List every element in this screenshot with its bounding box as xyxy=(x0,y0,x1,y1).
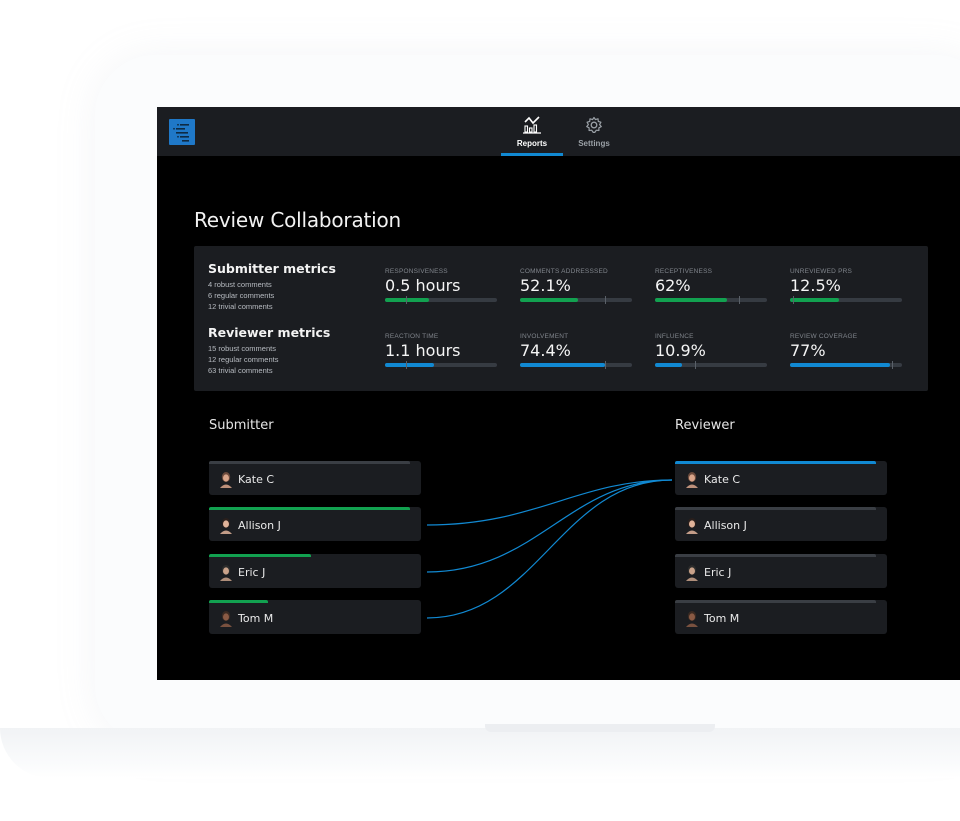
reviewer-activity-bar xyxy=(675,507,877,510)
submitter-row-eric-j[interactable]: Eric J xyxy=(209,554,421,588)
collaboration-links xyxy=(426,479,673,619)
person-name: Eric J xyxy=(704,566,732,579)
submitter-activity-bar xyxy=(209,461,411,464)
avatar xyxy=(220,611,232,627)
reviewer-row-tom-m[interactable]: Tom M xyxy=(675,600,887,634)
reviewer-activity-bar xyxy=(675,554,877,557)
person-name: Eric J xyxy=(238,566,266,579)
avatar xyxy=(220,472,232,488)
reviewer-activity-bar xyxy=(675,600,877,603)
avatar xyxy=(220,518,232,534)
submitter-activity-bar xyxy=(209,600,269,603)
person-name: Allison J xyxy=(704,519,747,532)
avatar xyxy=(686,518,698,534)
collaboration-link xyxy=(426,479,673,526)
avatar xyxy=(220,565,232,581)
submitter-row-allison-j[interactable]: Allison J xyxy=(209,507,421,541)
avatar xyxy=(686,565,698,581)
person-name: Kate C xyxy=(238,473,275,486)
person-name: Allison J xyxy=(238,519,281,532)
submitter-row-tom-m[interactable]: Tom M xyxy=(209,600,421,634)
person-name: Tom M xyxy=(704,612,740,625)
person-name: Tom M xyxy=(238,612,274,625)
device-notch xyxy=(485,724,715,732)
collaboration-link xyxy=(426,479,673,619)
reviewer-row-eric-j[interactable]: Eric J xyxy=(675,554,887,588)
device-base xyxy=(0,728,960,778)
reviewer-row-allison-j[interactable]: Allison J xyxy=(675,507,887,541)
person-name: Kate C xyxy=(704,473,741,486)
submitter-row-kate-c[interactable]: Kate C xyxy=(209,461,421,495)
collaboration-link xyxy=(426,479,673,573)
submitter-activity-bar xyxy=(209,554,311,557)
submitter-activity-bar xyxy=(209,507,411,510)
app-screen: Reports Settings Review Collaboration Su… xyxy=(157,107,960,680)
reviewer-activity-bar xyxy=(675,461,877,464)
reviewer-row-kate-c[interactable]: Kate C xyxy=(675,461,887,495)
avatar xyxy=(686,611,698,627)
avatar xyxy=(686,472,698,488)
